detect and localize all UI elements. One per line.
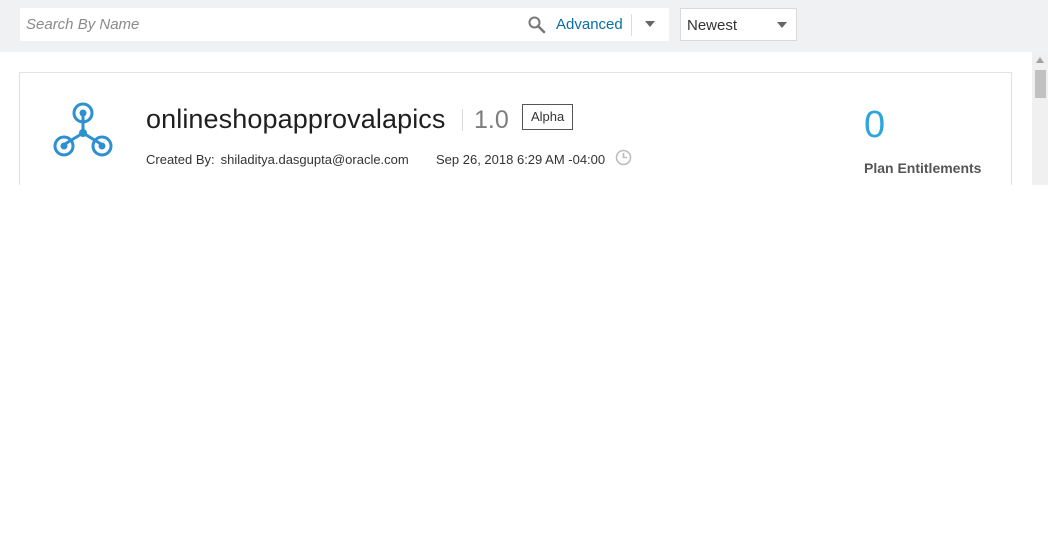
advanced-search-link[interactable]: Advanced xyxy=(556,16,623,34)
sort-selected-value: Newest xyxy=(687,17,738,34)
clock-icon xyxy=(615,149,632,166)
api-card[interactable]: onlineshopapprovalapics 1.0 Alpha Create… xyxy=(19,72,1012,202)
api-icon xyxy=(52,102,114,160)
divider xyxy=(631,14,632,36)
created-meta: Created By: shiladitya.dasgupta@oracle.co… xyxy=(146,152,605,168)
chevron-up-icon[interactable] xyxy=(1036,57,1044,63)
created-by-value: shiladitya.dasgupta@oracle.com xyxy=(220,152,409,167)
advanced-dropdown-button[interactable] xyxy=(633,8,669,41)
scrollbar-thumb[interactable] xyxy=(1035,70,1046,98)
search-input[interactable] xyxy=(20,8,515,41)
api-name[interactable]: onlineshopapprovalapics xyxy=(146,103,446,135)
chevron-down-icon xyxy=(777,22,787,28)
sort-select[interactable]: Newest xyxy=(680,8,797,41)
created-by-label: Created By: xyxy=(146,152,215,167)
search-icon[interactable] xyxy=(527,15,547,35)
entitlements-label: Plan Entitlements xyxy=(864,160,982,176)
chevron-down-icon xyxy=(645,21,655,27)
divider xyxy=(462,109,463,131)
search-box: Advanced xyxy=(20,8,669,41)
toolbar: Advanced Newest xyxy=(0,0,1048,52)
created-date: Sep 26, 2018 6:29 AM -04:00 xyxy=(436,152,606,167)
entitlements-count[interactable]: 0 xyxy=(864,103,885,147)
content-area xyxy=(0,185,1048,542)
state-badge: Alpha xyxy=(522,104,574,130)
scrollbar[interactable] xyxy=(1032,52,1048,185)
api-version: 1.0 xyxy=(474,106,509,134)
